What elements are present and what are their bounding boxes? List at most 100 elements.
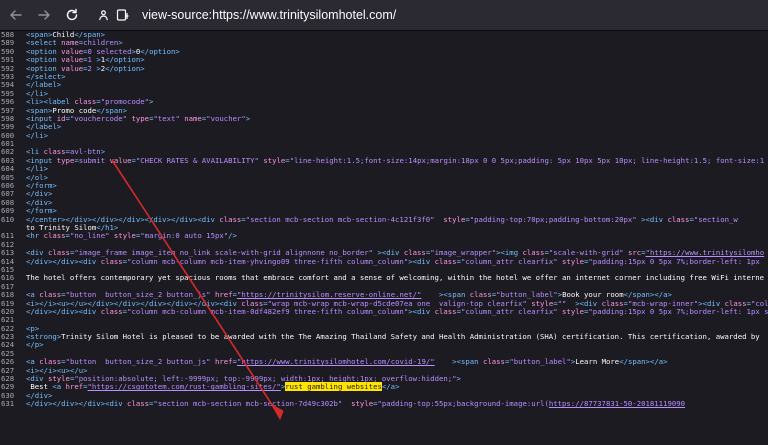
source-token: "button_label" bbox=[509, 357, 571, 367]
source-token: </option> bbox=[140, 46, 180, 56]
source-token: "section mcb-section mcb-section-4c121f3… bbox=[245, 214, 435, 224]
source-token: </div></div><div bbox=[26, 256, 101, 266]
source-token: ><div bbox=[408, 256, 435, 266]
source-token: <hr bbox=[26, 231, 44, 241]
reload-icon[interactable] bbox=[60, 3, 84, 27]
source-line: 601 bbox=[0, 139, 768, 148]
source-line: 607 </div> bbox=[0, 190, 768, 199]
source-link[interactable]: "https://csgototem.com/rust-gambling-sit… bbox=[88, 382, 281, 391]
source-token: > bbox=[149, 97, 154, 107]
source-token: "column_attr clearfix" bbox=[460, 306, 558, 316]
source-line: 604 </li> bbox=[0, 164, 768, 173]
source-token: class bbox=[482, 357, 505, 367]
source-line: 594 </label> bbox=[0, 80, 768, 89]
source-line: 605 </ol> bbox=[0, 173, 768, 182]
source-token: "text" bbox=[153, 113, 180, 123]
url-text[interactable]: view-source:https://www.trinitysilomhote… bbox=[142, 8, 396, 22]
source-token: ><div bbox=[636, 214, 668, 224]
source-line: 606 </form> bbox=[0, 181, 768, 190]
source-token: class bbox=[127, 399, 150, 409]
source-token: type bbox=[56, 155, 75, 165]
source-token: class bbox=[219, 214, 242, 224]
source-token: "no_line" bbox=[69, 231, 110, 241]
source-token: "line-height:1.5;font-size:14px;margin:1… bbox=[289, 155, 765, 165]
source-token: "padding:15px 0 5px 7%;border-left: 1px … bbox=[588, 306, 768, 316]
source-line: 629 Best <a href="https://csgototem.com/… bbox=[0, 382, 768, 392]
source-token: class bbox=[43, 231, 66, 241]
url-bar[interactable]: view-source:https://www.trinitysilomhote… bbox=[94, 4, 396, 26]
source-line: 593 </select> bbox=[0, 72, 768, 81]
source-token: "margin:0 auto 15px" bbox=[140, 231, 229, 241]
source-token: </option> bbox=[105, 63, 145, 73]
source-token: ><div bbox=[408, 306, 435, 316]
source-token: href bbox=[65, 382, 84, 392]
source-token: </span></a> bbox=[619, 357, 668, 367]
source-token: style bbox=[443, 214, 466, 224]
source-token: value bbox=[109, 155, 132, 165]
source-token: class bbox=[434, 306, 457, 316]
source-line: 624 </p> bbox=[0, 340, 768, 350]
source-line: 614 </div></div><div class="column mcb-co… bbox=[0, 256, 768, 266]
source-token: class bbox=[434, 256, 457, 266]
source-token: <a bbox=[52, 382, 66, 392]
source-token: style bbox=[351, 399, 374, 409]
source-line: 598 <input id="vouchercode" type="text" n… bbox=[0, 113, 768, 123]
source-token: style bbox=[562, 306, 584, 316]
source-token: > bbox=[245, 113, 251, 123]
source-token: </div></div></div><div bbox=[26, 399, 128, 409]
line-number: 610 bbox=[1, 214, 15, 224]
source-line: 626 <a class="button button_size_2 button… bbox=[0, 357, 768, 367]
source-token: </a> bbox=[381, 382, 400, 392]
source-line: 608 </div> bbox=[0, 198, 768, 207]
source-token: The hotel offers contemporary yet spacio… bbox=[26, 273, 765, 283]
source-token: Learn More bbox=[575, 357, 620, 367]
source-token: type bbox=[131, 113, 150, 123]
page-info-icon[interactable] bbox=[114, 6, 132, 24]
source-line: 600 </li> bbox=[0, 130, 768, 140]
source-line: 603 <input type=submit value="CHECK RATES… bbox=[0, 155, 768, 165]
tracking-protection-icon[interactable] bbox=[94, 6, 112, 24]
source-token: class bbox=[100, 256, 123, 266]
source-token: "column mcb-column mcb-item-0df482ef9 th… bbox=[127, 306, 409, 316]
source-token: Trinity Silom Hotel is pleased to be awa… bbox=[61, 332, 760, 342]
source-token: </li> bbox=[26, 130, 48, 140]
source-token: </p> bbox=[26, 340, 44, 350]
source-line: 620 </div></div><div class="column mcb-co… bbox=[0, 306, 768, 316]
source-token: "padding-top:55px;background-image:url( bbox=[377, 399, 549, 409]
source-code-view: 588 <span>Child</span> 589 <select name=chi… bbox=[0, 30, 768, 445]
source-token: name bbox=[184, 113, 202, 123]
source-line: 592 <option value=2 >2</option> bbox=[0, 63, 768, 73]
source-token: > bbox=[456, 374, 461, 384]
source-line: 611 <hr class="no_line" style="margin:0 a… bbox=[0, 231, 768, 241]
forward-arrow-icon[interactable] bbox=[32, 3, 56, 27]
source-token: "section mcb-section mcb-section-7d49c30… bbox=[153, 399, 343, 409]
source-token: /> bbox=[228, 231, 237, 241]
source-token: ><span bbox=[434, 357, 483, 367]
source-token: "column_attr clearfix" bbox=[460, 256, 558, 266]
source-token: style bbox=[562, 256, 584, 266]
source-token: class bbox=[100, 306, 123, 316]
source-token: "CHECK RATES & AVAILABILITY" bbox=[135, 155, 259, 165]
source-line: 616 The hotel offers contemporary yet spa… bbox=[0, 273, 768, 283]
source-line: 623 <strong>Trinity Silom Hotel is please… bbox=[0, 332, 768, 342]
source-line: 599 </label> bbox=[0, 122, 768, 131]
source-token: "section_w bbox=[693, 214, 738, 224]
highlighted-link-text: rust gambling websites bbox=[285, 382, 382, 392]
source-token: </div></div><div bbox=[26, 306, 101, 316]
line-number: 631 bbox=[1, 399, 15, 409]
back-arrow-icon[interactable] bbox=[4, 3, 28, 27]
source-token: "padding-top:70px;padding-bottom:20px" bbox=[469, 214, 637, 224]
browser-toolbar: view-source:https://www.trinitysilomhote… bbox=[0, 0, 768, 31]
source-link[interactable]: https://87737831-50-20181119090 bbox=[549, 399, 685, 408]
source-token: style bbox=[113, 231, 136, 241]
source-token: "vouchercode" bbox=[69, 113, 128, 123]
source-line: 621 bbox=[0, 315, 768, 324]
source-token: "padding:15px 0 5px 7%;border-left: 1px bbox=[588, 256, 760, 266]
source-token bbox=[342, 399, 351, 408]
source-token: style bbox=[263, 155, 286, 165]
source-token: class bbox=[667, 214, 690, 224]
source-link[interactable]: "https://www.trinitysilomhotel.com/covid… bbox=[237, 357, 435, 366]
source-token: "voucher" bbox=[206, 113, 246, 123]
source-token: href bbox=[214, 357, 233, 367]
source-token: "column mcb-column mcb-item-yhvingo09 th… bbox=[127, 256, 409, 266]
